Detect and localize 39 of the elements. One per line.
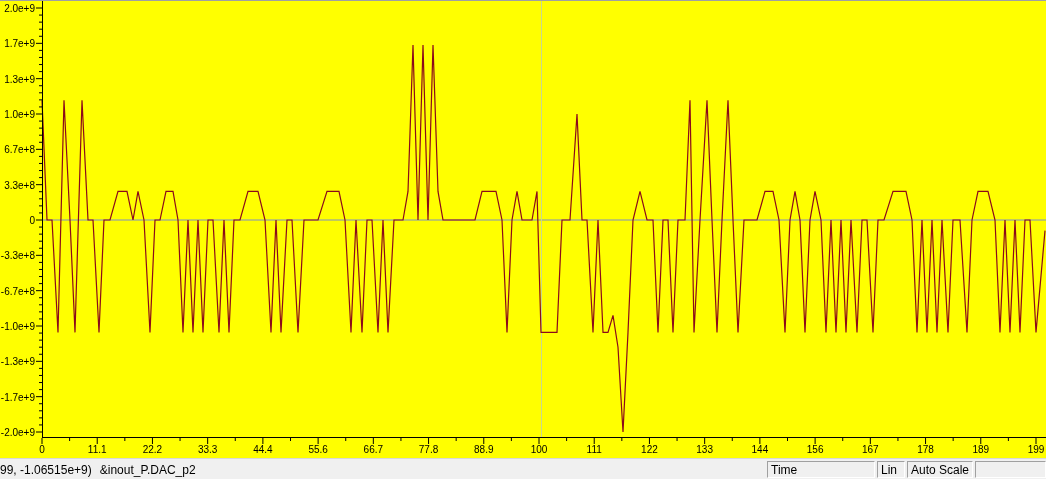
axis-tick-label: 199 [1027,444,1045,455]
axis-tick-label: 33.3 [197,444,218,455]
axis-tick-label: 55.6 [308,444,328,455]
axis-tick-label: 133 [696,444,713,455]
axis-tick-label: 22.2 [142,444,163,455]
axis-tick-label: 1.0e+9 [4,109,35,120]
axis-tick-label: 1.3e+9 [4,73,35,85]
axis-tick-label: -3.3e+8 [0,250,35,262]
axis-tick-label: 77.8 [418,444,439,455]
axis-tick-label: -1.3e+9 [0,356,35,368]
axis-tick-label: 178 [917,444,934,455]
scale-mode: Auto Scale [907,461,973,478]
signal-name: &inout_P.DAC_p2 [99,462,196,477]
axis-tick-label: -2.0e+9 [0,427,35,438]
axis-tick-label: 167 [862,444,879,455]
axis-tick-label: 3.3e+8 [4,179,35,191]
axis-tick-label: 66.7 [363,444,384,455]
axis-tick-label: 11.1 [87,444,107,455]
scale-type: Lin [877,461,905,478]
axis-tick-label: -1.7e+9 [0,391,35,403]
axis-tick-label: -6.7e+8 [0,285,35,297]
status-panel [975,461,1046,478]
axis-tick-label: 2.0e+9 [4,3,35,14]
axis-tick-label: 189 [972,444,990,455]
axis-tick-label: -1.0e+9 [0,321,35,332]
axis-tick-label: 144 [751,444,769,455]
axis-tick-label: 0 [29,215,35,226]
axis-tick-label: 100 [530,444,548,455]
axis-tick-label: 0 [39,444,45,455]
axis-tick-label: 122 [641,444,658,455]
axis-tick-label: 1.7e+9 [4,38,35,50]
axis-tick-label: 44.4 [253,444,273,455]
axis-tick-label: 88.9 [474,444,494,455]
axis-tick-label: 111 [586,444,602,455]
axis-tick-label: 156 [806,444,824,455]
axis-tick-label: 6.7e+8 [4,144,35,156]
x-axis-mode: Time [767,461,875,478]
cursor-line[interactable] [541,0,542,439]
cursor-readout: 99, -1.06515e+9) [0,462,92,477]
